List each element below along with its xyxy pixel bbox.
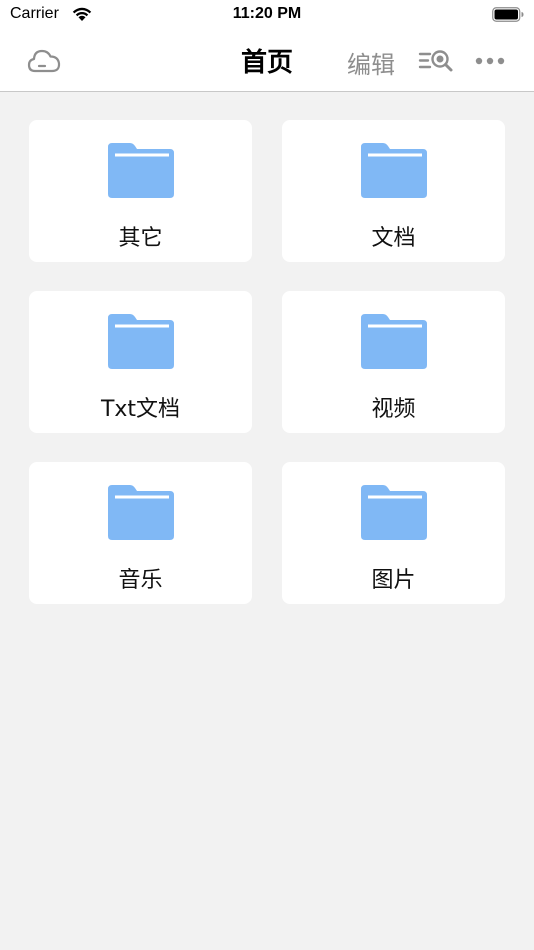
search-list-icon[interactable] [418, 47, 454, 75]
folder-icon [361, 314, 427, 369]
status-time: 11:20 PM [232, 5, 302, 22]
folder-card-documents[interactable]: 文档 [282, 120, 505, 262]
folder-label: 视频 [371, 397, 416, 422]
folder-card-music[interactable]: 音乐 [29, 462, 252, 604]
folder-icon [108, 314, 174, 369]
edit-button[interactable]: 编辑 [347, 45, 395, 80]
nav-bar: 首页 编辑 [0, 32, 534, 92]
status-bar: Carrier 11:20 PM [0, 0, 534, 32]
folder-icon [361, 143, 427, 198]
more-icon[interactable] [474, 54, 506, 68]
folder-icon [108, 143, 174, 198]
folder-label: 文档 [371, 226, 416, 251]
cloud-icon[interactable] [26, 46, 62, 76]
folder-label: Txt文档 [100, 397, 181, 422]
folder-label: 其它 [118, 226, 163, 251]
folder-icon [361, 485, 427, 540]
folder-card-txt-documents[interactable]: Txt文档 [29, 291, 252, 433]
folder-icon [108, 485, 174, 540]
battery-icon [492, 7, 524, 22]
folder-card-other[interactable]: 其它 [29, 120, 252, 262]
folder-label: 音乐 [118, 568, 163, 593]
folder-card-videos[interactable]: 视频 [282, 291, 505, 433]
folder-card-pictures[interactable]: 图片 [282, 462, 505, 604]
folder-label: 图片 [371, 568, 416, 593]
